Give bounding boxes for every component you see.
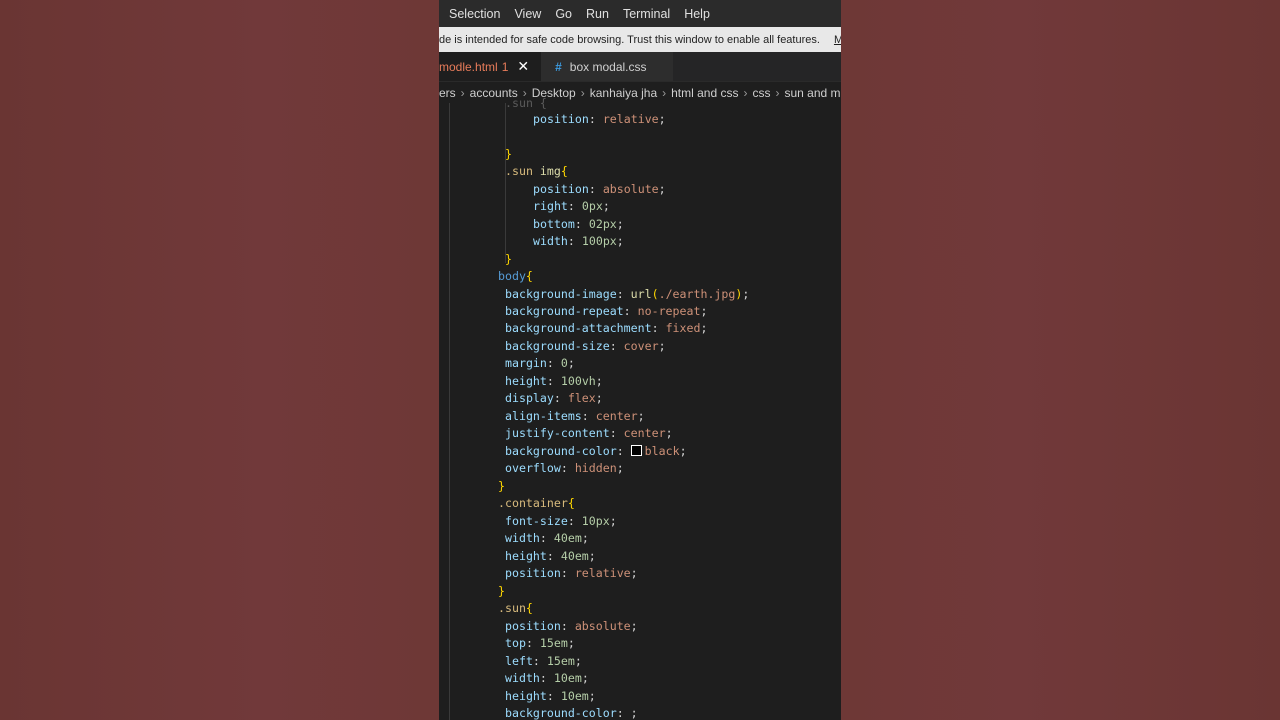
code-line: display: flex; [505,391,603,405]
code-line: height: 100vh; [505,374,603,388]
code-area[interactable]: .sun { position: relative; } .sun img{ p… [439,96,841,720]
code-line: .sun { [505,96,547,110]
code-line: background-size: cover; [505,339,666,353]
code-line: position: relative; [533,112,666,126]
code-line: .sun img{ [505,164,568,178]
restricted-mode-manage-link[interactable]: M [834,34,841,46]
css-file-icon: # [555,59,562,74]
indent-guide [505,103,506,263]
chevron-right-icon: › [460,86,465,100]
code-line: width: 100px; [533,234,624,248]
code-line: position: relative; [505,566,638,580]
code-line: background-color: black; [505,444,687,458]
restricted-mode-message: de is intended for safe code browsing. T… [439,33,820,46]
tab-label: modle.html [439,59,498,74]
chevron-right-icon: › [662,86,667,100]
breadcrumb-item[interactable]: sun and mo [784,86,841,100]
chevron-right-icon: › [580,86,585,100]
code-line: } [498,584,505,598]
code-line: margin: 0; [505,356,575,370]
problem-count-badge: 1 [501,59,509,74]
menu-run[interactable]: Run [586,7,609,21]
code-line: left: 15em; [505,654,582,668]
code-line: background-repeat: no-repeat; [505,304,708,318]
breadcrumb-item[interactable]: css [752,86,770,100]
code-line: justify-content: center; [505,426,673,440]
breadcrumb-item[interactable]: html and css [671,86,738,100]
tab-modle-html[interactable]: modle.html 1 ✕ [439,52,542,81]
tab-box-modal-css[interactable]: # box modal.css [541,52,673,81]
code-line: top: 15em; [505,636,575,650]
code-line: background-color: ; [505,706,638,720]
tab-label: box modal.css [569,59,647,74]
indent-guide [449,103,450,720]
code-line: .container{ [498,496,575,510]
code-line: height: 40em; [505,549,596,563]
code-line: body{ [498,269,533,283]
breadcrumb: ers › accounts › Desktop › kanhaiya jha … [439,82,841,104]
code-line: .sun{ [498,601,533,615]
code-line: position: absolute; [533,182,666,196]
breadcrumb-item[interactable]: ers [439,86,456,100]
close-icon[interactable]: ✕ [517,58,529,75]
code-line: overflow: hidden; [505,461,624,475]
code-line: bottom: 02px; [533,217,624,231]
menu-selection[interactable]: Selection [449,7,500,21]
code-line: } [498,479,505,493]
menu-view[interactable]: View [514,7,541,21]
video-letterbox-left [0,0,439,720]
restricted-mode-banner: de is intended for safe code browsing. T… [439,27,841,52]
code-line: position: absolute; [505,619,638,633]
menu-terminal[interactable]: Terminal [623,7,670,21]
code-line: background-attachment: fixed; [505,321,708,335]
code-line: } [505,147,512,161]
code-line: height: 10em; [505,689,596,703]
code-line: width: 40em; [505,531,589,545]
menu-go[interactable]: Go [555,7,572,21]
code-line: align-items: center; [505,409,645,423]
menu-bar: Selection View Go Run Terminal Help [439,0,841,27]
code-line: font-size: 10px; [505,514,617,528]
video-letterbox-right [841,0,1280,720]
editor-tab-bar: modle.html 1 ✕ # box modal.css [439,52,841,82]
color-swatch-icon[interactable] [630,445,642,456]
code-line: right: 0px; [533,199,610,213]
code-line: } [505,252,512,266]
chevron-right-icon: › [743,86,748,100]
code-line: width: 10em; [505,671,589,685]
menu-help[interactable]: Help [684,7,710,21]
chevron-right-icon: › [775,86,780,100]
code-editor-window: Selection View Go Run Terminal Help de i… [439,0,841,720]
breadcrumb-item[interactable]: kanhaiya jha [590,86,657,100]
code-line: background-image: url(./earth.jpg); [505,287,750,301]
